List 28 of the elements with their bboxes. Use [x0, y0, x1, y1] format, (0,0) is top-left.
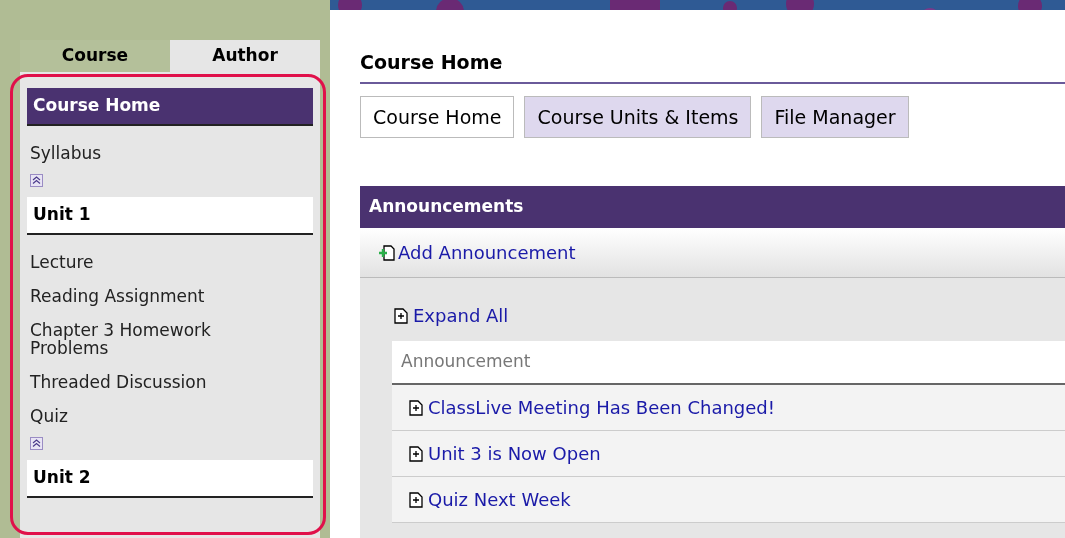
sidebar-link[interactable]: Reading Assignment	[30, 279, 280, 313]
expand-all-link[interactable]: Expand All	[392, 302, 1065, 329]
announcement-link[interactable]: Quiz Next Week	[428, 486, 571, 513]
nav-tab[interactable]: File Manager	[761, 96, 909, 138]
announcement-link[interactable]: Unit 3 is Now Open	[428, 440, 601, 467]
section-header[interactable]: Unit 1	[27, 197, 313, 235]
page-title: Course Home	[360, 47, 1065, 84]
expand-icon	[407, 490, 425, 509]
panel-header: Announcements	[360, 186, 1065, 228]
sidebar-tab[interactable]: Author	[170, 40, 320, 72]
nav-tab[interactable]: Course Home	[360, 96, 515, 138]
expand-icon	[407, 444, 425, 463]
sidebar-tab[interactable]: Course	[20, 40, 170, 72]
collapse-icon[interactable]	[30, 437, 43, 450]
expand-icon	[407, 398, 425, 417]
section-header[interactable]: Unit 2	[27, 460, 313, 498]
collapse-icon[interactable]	[30, 174, 43, 187]
sidebar-link[interactable]: Threaded Discussion	[30, 365, 280, 399]
column-header: Announcement	[392, 341, 1065, 385]
sidebar-link[interactable]: Chapter 3 Homework Problems	[30, 313, 280, 365]
sidebar-link[interactable]: Syllabus	[30, 136, 280, 170]
sidebar-link[interactable]: Lecture	[30, 245, 280, 279]
nav-tab[interactable]: Course Units & Items	[524, 96, 752, 138]
add-document-icon	[378, 243, 396, 262]
expand-document-icon	[392, 306, 410, 325]
sidebar-link[interactable]: Quiz	[30, 399, 280, 433]
section-header[interactable]: Course Home	[27, 88, 313, 126]
add-announcement-link[interactable]: Add Announcement	[378, 239, 576, 266]
